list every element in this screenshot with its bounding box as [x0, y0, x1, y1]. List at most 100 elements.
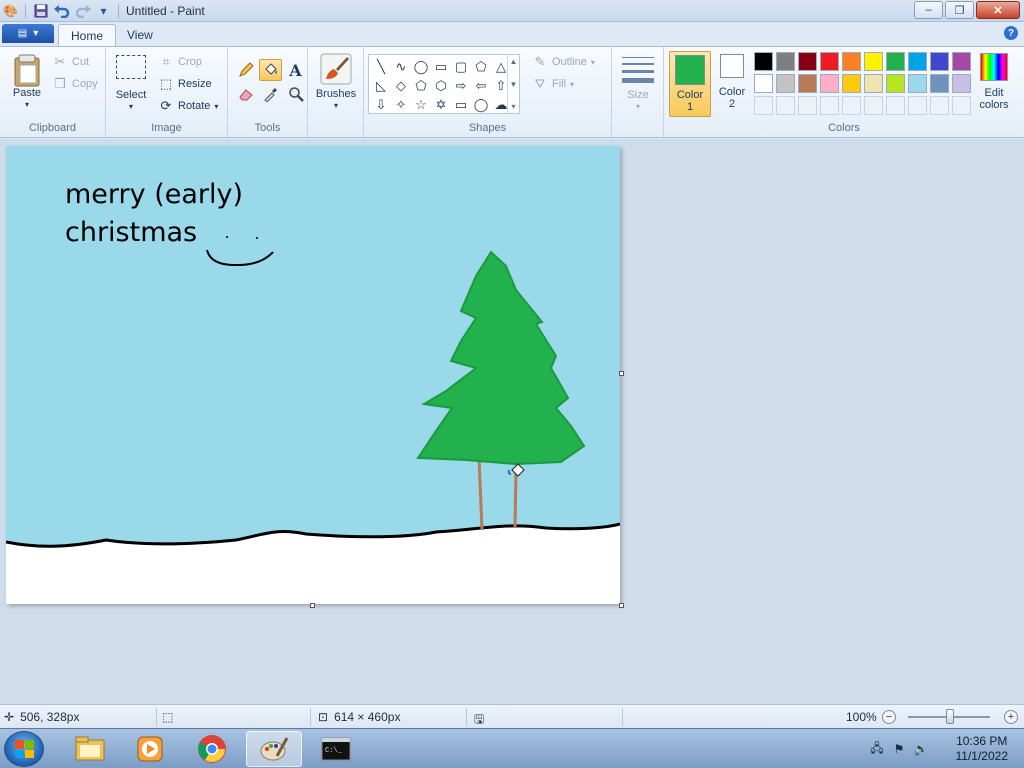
- tab-view[interactable]: View: [115, 24, 165, 46]
- palette-swatch[interactable]: [930, 74, 949, 93]
- six-point-star-shape-icon[interactable]: ✡: [431, 95, 451, 114]
- volume-icon[interactable]: 🔈: [912, 740, 930, 758]
- undo-icon[interactable]: [53, 2, 70, 19]
- close-button[interactable]: ✕: [976, 1, 1020, 19]
- rounded-rectangle-shape-icon[interactable]: ▢: [451, 57, 471, 76]
- paint-menu-button[interactable]: ▤ ▾: [2, 24, 54, 43]
- oval-shape-icon[interactable]: ◯: [411, 57, 431, 76]
- crop-button[interactable]: ⌗ Crop: [158, 54, 202, 70]
- pencil-icon[interactable]: [234, 59, 257, 81]
- palette-swatch[interactable]: [908, 74, 927, 93]
- palette-custom-slot[interactable]: [776, 96, 795, 115]
- palette-custom-slot[interactable]: [864, 96, 883, 115]
- outline-button[interactable]: ✎ Outline ▾: [532, 54, 595, 70]
- pentagon-shape-icon[interactable]: ⬠: [411, 76, 431, 95]
- paint-app-icon[interactable]: 🎨: [2, 2, 19, 19]
- zoom-slider-thumb[interactable]: [946, 709, 954, 724]
- rotate-button[interactable]: ⟳ Rotate ▾: [158, 98, 219, 114]
- expand-icon[interactable]: ▾: [511, 102, 515, 111]
- rectangle-shape-icon[interactable]: ▭: [431, 57, 451, 76]
- fill-icon[interactable]: [259, 59, 282, 81]
- scroll-down-icon[interactable]: ▼: [510, 80, 518, 89]
- eraser-icon[interactable]: [234, 83, 257, 105]
- color-picker-icon[interactable]: [259, 83, 282, 105]
- palette-swatch[interactable]: [886, 52, 905, 71]
- resize-handle-right[interactable]: [619, 371, 624, 376]
- palette-custom-slot[interactable]: [820, 96, 839, 115]
- cut-button[interactable]: ✂ Cut: [52, 54, 90, 70]
- diamond-shape-icon[interactable]: ◇: [391, 76, 411, 95]
- palette-swatch[interactable]: [886, 74, 905, 93]
- redo-icon[interactable]: [74, 2, 91, 19]
- start-button[interactable]: [4, 731, 44, 767]
- save-icon[interactable]: [32, 2, 49, 19]
- palette-swatch[interactable]: [930, 52, 949, 71]
- right-triangle-shape-icon[interactable]: ◺: [371, 76, 391, 95]
- command-prompt-icon[interactable]: C:\_: [308, 731, 364, 767]
- paste-button[interactable]: Paste ▾: [8, 53, 46, 111]
- scroll-up-icon[interactable]: ▲: [510, 57, 518, 66]
- palette-swatch[interactable]: [952, 74, 971, 93]
- palette-custom-slot[interactable]: [886, 96, 905, 115]
- customize-icon[interactable]: ▾: [95, 2, 112, 19]
- palette-swatch[interactable]: [776, 74, 795, 93]
- help-icon[interactable]: ?: [1004, 26, 1018, 40]
- palette-custom-slot[interactable]: [798, 96, 817, 115]
- magnifier-icon[interactable]: [284, 83, 307, 105]
- palette-swatch[interactable]: [908, 52, 927, 71]
- five-point-star-shape-icon[interactable]: ☆: [411, 95, 431, 114]
- maximize-button[interactable]: ❐: [945, 1, 974, 19]
- palette-swatch[interactable]: [776, 52, 795, 71]
- curve-shape-icon[interactable]: ∿: [391, 57, 411, 76]
- copy-button[interactable]: ❐ Copy: [52, 76, 98, 92]
- right-arrow-shape-icon[interactable]: ⇨: [451, 76, 471, 95]
- brushes-button[interactable]: Brushes ▾: [314, 53, 358, 112]
- color2-button[interactable]: Color 2: [714, 54, 750, 110]
- file-explorer-icon[interactable]: [62, 731, 118, 767]
- drawing-canvas[interactable]: merry (early) christmas: [6, 146, 620, 604]
- fill-button[interactable]: ⛛ Fill ▾: [532, 76, 575, 92]
- clock[interactable]: 10:36 PM 11/1/2022: [956, 734, 1009, 764]
- palette-custom-slot[interactable]: [842, 96, 861, 115]
- line-shape-icon[interactable]: ╲: [371, 57, 391, 76]
- resize-button[interactable]: ⬚ Resize: [158, 76, 212, 92]
- four-point-star-shape-icon[interactable]: ✧: [391, 95, 411, 114]
- palette-swatch[interactable]: [820, 52, 839, 71]
- color1-button[interactable]: Color 1: [669, 51, 711, 117]
- palette-swatch[interactable]: [798, 52, 817, 71]
- rect-callout-shape-icon[interactable]: ▭: [451, 95, 471, 114]
- zoom-in-button[interactable]: +: [1004, 710, 1018, 724]
- minimize-button[interactable]: –: [914, 1, 943, 19]
- palette-swatch[interactable]: [952, 52, 971, 71]
- size-button[interactable]: Size ▾: [619, 55, 657, 113]
- palette-swatch[interactable]: [842, 74, 861, 93]
- text-icon[interactable]: A: [284, 59, 307, 81]
- hexagon-shape-icon[interactable]: ⬡: [431, 76, 451, 95]
- palette-custom-slot[interactable]: [908, 96, 927, 115]
- media-player-icon[interactable]: [122, 731, 178, 767]
- resize-handle-bottom[interactable]: [310, 603, 315, 608]
- paint-icon[interactable]: [246, 731, 302, 767]
- left-arrow-shape-icon[interactable]: ⇦: [471, 76, 491, 95]
- polygon-shape-icon[interactable]: ⬠: [471, 57, 491, 76]
- down-arrow-shape-icon[interactable]: ⇩: [371, 95, 391, 114]
- palette-swatch[interactable]: [864, 74, 883, 93]
- palette-swatch[interactable]: [754, 52, 773, 71]
- network-icon[interactable]: 🖧: [868, 740, 886, 758]
- edit-colors-button[interactable]: Edit colors: [974, 53, 1014, 111]
- palette-swatch[interactable]: [798, 74, 817, 93]
- palette-swatch[interactable]: [754, 74, 773, 93]
- palette-custom-slot[interactable]: [930, 96, 949, 115]
- palette-custom-slot[interactable]: [952, 96, 971, 115]
- select-button[interactable]: Select ▾: [114, 55, 148, 113]
- palette-custom-slot[interactable]: [754, 96, 773, 115]
- shapes-scroll[interactable]: ▲ ▼ ▾: [507, 55, 519, 113]
- oval-callout-shape-icon[interactable]: ◯: [471, 95, 491, 114]
- palette-swatch[interactable]: [820, 74, 839, 93]
- chrome-icon[interactable]: [184, 731, 240, 767]
- resize-handle-corner[interactable]: [619, 603, 624, 608]
- palette-swatch[interactable]: [842, 52, 861, 71]
- action-center-flag-icon[interactable]: ⚑: [890, 740, 908, 758]
- palette-swatch[interactable]: [864, 52, 883, 71]
- zoom-out-button[interactable]: −: [882, 710, 896, 724]
